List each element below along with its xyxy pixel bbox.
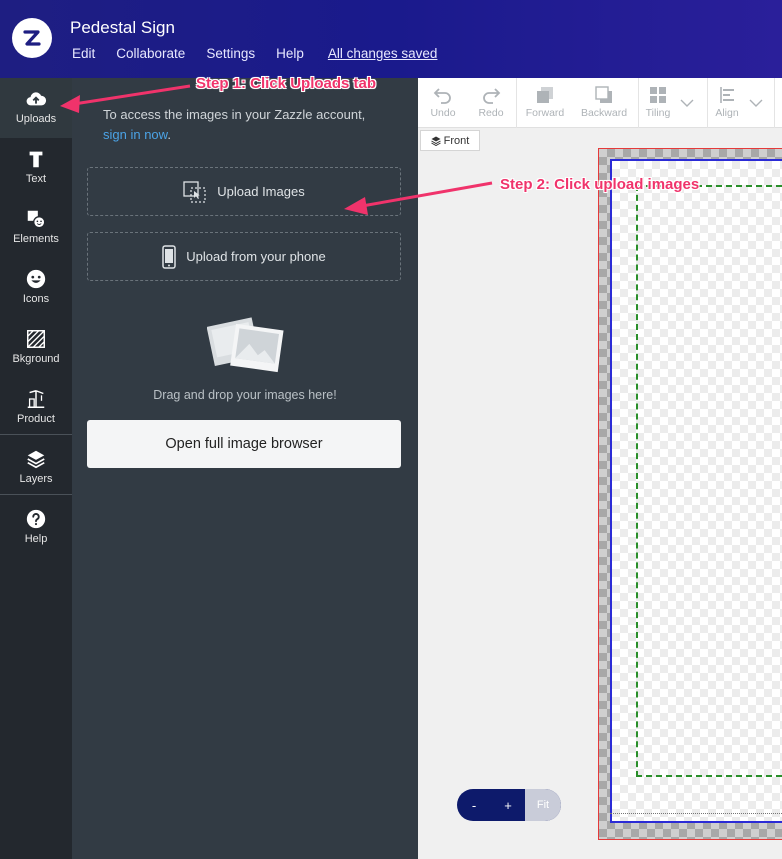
toolbar-separator: [516, 78, 517, 128]
send-backward-icon: [595, 86, 612, 103]
rail-label: Bkground: [12, 353, 60, 365]
fold-guide: [610, 813, 782, 814]
open-image-browser-button[interactable]: Open full image browser: [87, 420, 401, 468]
tiling-button[interactable]: Tiling: [642, 78, 674, 128]
uploads-panel: To access the images in your Zazzle acco…: [72, 78, 418, 859]
undo-icon: [433, 88, 451, 104]
sign-in-suffix: .: [167, 127, 171, 142]
drag-drop-hint: Drag and drop your images here!: [153, 388, 337, 402]
app-header: Pedestal Sign Edit Collaborate Settings …: [0, 0, 782, 78]
rail-item-text[interactable]: Text: [0, 138, 72, 198]
help-icon: [26, 509, 46, 529]
tiling-label: Tiling: [645, 107, 671, 119]
upload-images-label: Upload Images: [217, 184, 305, 199]
zoom-fit-button[interactable]: Fit: [525, 789, 561, 821]
align-chevron-down-icon[interactable]: [749, 98, 763, 108]
cloud-upload-icon: [26, 92, 47, 106]
menu-collaborate[interactable]: Collaborate: [116, 46, 185, 61]
safe-zone-guide: [636, 185, 782, 777]
photos-illustration-icon: [207, 317, 284, 373]
menu-help[interactable]: Help: [276, 46, 304, 61]
edit-toolbar: Undo Redo Forward Backward Tiling Align: [418, 78, 782, 128]
tool-rail: Uploads Text Elements Icons Bkground Pro…: [0, 78, 72, 859]
rail-item-help[interactable]: Help: [0, 498, 72, 558]
rail-item-product[interactable]: Product: [0, 378, 72, 438]
rail-item-elements[interactable]: Elements: [0, 198, 72, 258]
backward-label: Backward: [580, 107, 628, 119]
step2-annotation: Step 2: Click upload images: [500, 176, 700, 193]
upload-image-icon: [183, 180, 206, 203]
rail-label: Uploads: [15, 113, 57, 125]
rail-label: Help: [24, 533, 48, 545]
tiling-chevron-down-icon[interactable]: [680, 98, 694, 108]
layers-small-icon: [430, 136, 441, 146]
rail-label: Elements: [13, 233, 59, 245]
toolbar-separator: [707, 78, 708, 128]
undo-label: Undo: [430, 107, 456, 119]
elements-icon: [27, 210, 46, 229]
document-title: Pedestal Sign: [70, 18, 175, 37]
access-text: To access the images in your Zazzle acco…: [103, 107, 366, 122]
redo-icon: [483, 88, 501, 104]
redo-label: Redo: [478, 107, 504, 119]
rail-item-icons[interactable]: Icons: [0, 258, 72, 318]
menu-settings[interactable]: Settings: [206, 46, 255, 61]
zoom-in-button[interactable]: +: [491, 789, 525, 821]
send-backward-button[interactable]: Backward: [578, 78, 630, 128]
rail-divider: [0, 494, 72, 495]
bring-forward-button[interactable]: Forward: [522, 78, 568, 128]
text-icon: [29, 151, 43, 168]
zoom-controls: - + Fit: [457, 789, 561, 821]
rail-item-background[interactable]: Bkground: [0, 318, 72, 378]
toolbar-separator: [774, 78, 775, 128]
forward-label: Forward: [525, 107, 565, 119]
menu-edit[interactable]: Edit: [72, 46, 95, 61]
rail-label: Icons: [22, 293, 50, 305]
rail-label: Layers: [19, 473, 53, 485]
upload-from-phone-button[interactable]: Upload from your phone: [87, 232, 401, 281]
background-pattern-icon: [27, 330, 45, 348]
bring-forward-icon: [537, 87, 553, 103]
rail-item-uploads[interactable]: Uploads: [0, 78, 72, 138]
layers-icon: [27, 450, 45, 469]
step1-annotation: Step 1: Click Uploads tab: [196, 75, 377, 92]
smiley-icon: [26, 269, 46, 289]
zoom-out-button[interactable]: -: [457, 789, 491, 821]
align-label: Align: [715, 107, 739, 119]
upload-images-button[interactable]: Upload Images: [87, 167, 401, 216]
rail-divider: [0, 434, 72, 435]
tiling-grid-icon: [650, 87, 666, 103]
rail-label: Text: [25, 173, 47, 185]
side-tab-label: Front: [443, 134, 470, 147]
main-menu: Edit Collaborate Settings Help All chang…: [72, 46, 458, 61]
redo-button[interactable]: Redo: [474, 78, 508, 128]
rail-label: Product: [17, 413, 55, 425]
zazzle-z-icon: [23, 30, 41, 46]
sign-in-prompt: To access the images in your Zazzle acco…: [103, 105, 365, 145]
side-tab-front[interactable]: Front: [420, 130, 480, 151]
undo-button[interactable]: Undo: [426, 78, 460, 128]
toolbar-separator: [638, 78, 639, 128]
phone-icon: [162, 244, 176, 269]
align-icon: [720, 87, 734, 103]
zazzle-logo[interactable]: [12, 18, 52, 58]
sign-in-link[interactable]: sign in now: [103, 127, 167, 142]
upload-phone-label: Upload from your phone: [186, 249, 326, 264]
rail-item-layers[interactable]: Layers: [0, 438, 72, 498]
align-button[interactable]: Align: [712, 78, 742, 128]
save-status-link[interactable]: All changes saved: [328, 46, 438, 61]
design-canvas-area: Undo Redo Forward Backward Tiling Align …: [418, 78, 782, 859]
product-icon: [27, 390, 45, 408]
